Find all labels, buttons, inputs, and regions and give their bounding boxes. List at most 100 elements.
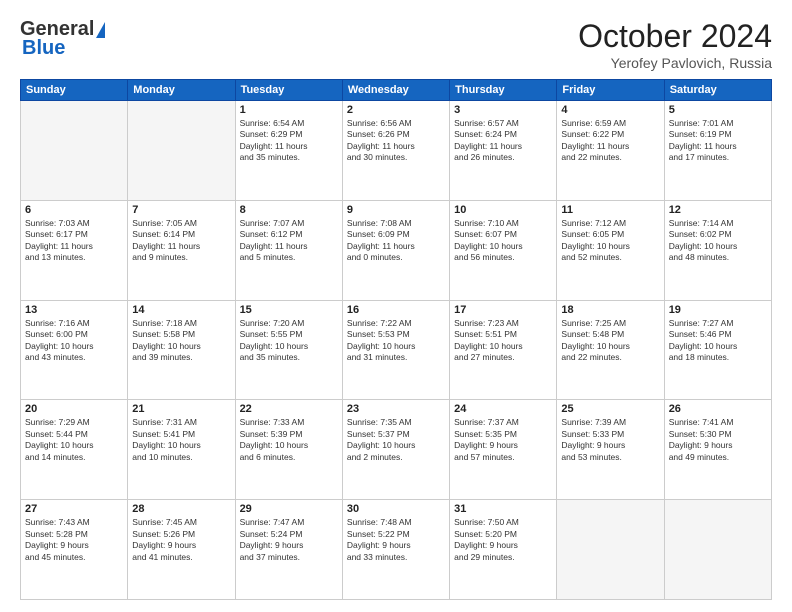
day-info: Sunrise: 7:08 AM Sunset: 6:09 PM Dayligh… <box>347 218 445 264</box>
calendar-day-cell: 25Sunrise: 7:39 AM Sunset: 5:33 PM Dayli… <box>557 400 664 500</box>
calendar-day-header: Tuesday <box>235 80 342 101</box>
calendar-day-cell: 21Sunrise: 7:31 AM Sunset: 5:41 PM Dayli… <box>128 400 235 500</box>
day-number: 10 <box>454 204 552 216</box>
calendar-day-cell: 26Sunrise: 7:41 AM Sunset: 5:30 PM Dayli… <box>664 400 771 500</box>
day-number: 7 <box>132 204 230 216</box>
logo-triangle-icon <box>96 22 105 38</box>
day-info: Sunrise: 7:25 AM Sunset: 5:48 PM Dayligh… <box>561 318 659 364</box>
calendar-day-cell: 9 Sunrise: 7:08 AM Sunset: 6:09 PM Daylig… <box>342 200 449 300</box>
day-info: Sunrise: 7:10 AM Sunset: 6:07 PM Dayligh… <box>454 218 552 264</box>
calendar-day-header: Wednesday <box>342 80 449 101</box>
day-info: Sunrise: 7:37 AM Sunset: 5:35 PM Dayligh… <box>454 417 552 463</box>
day-number: 16 <box>347 304 445 316</box>
day-info: Sunrise: 7:48 AM Sunset: 5:22 PM Dayligh… <box>347 517 445 563</box>
title-block: October 2024 Yerofey Pavlovich, Russia <box>578 18 772 71</box>
calendar-day-cell: 6 Sunrise: 7:03 AM Sunset: 6:17 PM Daylig… <box>21 200 128 300</box>
day-info: Sunrise: 6:57 AM Sunset: 6:24 PM Dayligh… <box>454 118 552 164</box>
calendar-header-row: SundayMondayTuesdayWednesdayThursdayFrid… <box>21 80 772 101</box>
calendar-day-cell: 30 Sunrise: 7:48 AM Sunset: 5:22 PM Dayli… <box>342 500 449 600</box>
day-info: Sunrise: 7:20 AM Sunset: 5:55 PM Dayligh… <box>240 318 338 364</box>
calendar-day-cell: 16 Sunrise: 7:22 AM Sunset: 5:53 PM Dayli… <box>342 300 449 400</box>
day-number: 11 <box>561 204 659 216</box>
page: General Blue October 2024 Yerofey Pavlov… <box>0 0 792 612</box>
day-info: Sunrise: 7:47 AM Sunset: 5:24 PM Dayligh… <box>240 517 338 563</box>
day-info: Sunrise: 7:18 AM Sunset: 5:58 PM Dayligh… <box>132 318 230 364</box>
calendar-day-cell: 28Sunrise: 7:45 AM Sunset: 5:26 PM Dayli… <box>128 500 235 600</box>
day-number: 8 <box>240 204 338 216</box>
calendar-day-cell <box>557 500 664 600</box>
day-number: 22 <box>240 403 338 415</box>
day-info: Sunrise: 7:16 AM Sunset: 6:00 PM Dayligh… <box>25 318 123 364</box>
calendar-table: SundayMondayTuesdayWednesdayThursdayFrid… <box>20 79 772 600</box>
location: Yerofey Pavlovich, Russia <box>578 55 772 71</box>
calendar-day-cell: 17 Sunrise: 7:23 AM Sunset: 5:51 PM Dayli… <box>450 300 557 400</box>
calendar-day-cell: 22 Sunrise: 7:33 AM Sunset: 5:39 PM Dayli… <box>235 400 342 500</box>
day-info: Sunrise: 7:27 AM Sunset: 5:46 PM Dayligh… <box>669 318 767 364</box>
day-number: 27 <box>25 503 123 515</box>
calendar-day-cell: 24 Sunrise: 7:37 AM Sunset: 5:35 PM Dayli… <box>450 400 557 500</box>
day-number: 9 <box>347 204 445 216</box>
day-info: Sunrise: 7:23 AM Sunset: 5:51 PM Dayligh… <box>454 318 552 364</box>
day-number: 18 <box>561 304 659 316</box>
calendar-day-cell: 2Sunrise: 6:56 AM Sunset: 6:26 PM Daylig… <box>342 101 449 201</box>
day-info: Sunrise: 7:12 AM Sunset: 6:05 PM Dayligh… <box>561 218 659 264</box>
day-info: Sunrise: 7:33 AM Sunset: 5:39 PM Dayligh… <box>240 417 338 463</box>
day-number: 19 <box>669 304 767 316</box>
day-info: Sunrise: 7:43 AM Sunset: 5:28 PM Dayligh… <box>25 517 123 563</box>
day-number: 21 <box>132 403 230 415</box>
calendar-day-cell <box>128 101 235 201</box>
day-number: 13 <box>25 304 123 316</box>
day-number: 17 <box>454 304 552 316</box>
day-number: 30 <box>347 503 445 515</box>
calendar-day-cell: 18 Sunrise: 7:25 AM Sunset: 5:48 PM Dayli… <box>557 300 664 400</box>
calendar-week-row: 13 Sunrise: 7:16 AM Sunset: 6:00 PM Dayli… <box>21 300 772 400</box>
calendar-day-cell: 12Sunrise: 7:14 AM Sunset: 6:02 PM Dayli… <box>664 200 771 300</box>
calendar-day-cell: 19 Sunrise: 7:27 AM Sunset: 5:46 PM Dayli… <box>664 300 771 400</box>
month-title: October 2024 <box>578 18 772 55</box>
day-info: Sunrise: 6:54 AM Sunset: 6:29 PM Dayligh… <box>240 118 338 164</box>
calendar-day-cell: 31Sunrise: 7:50 AM Sunset: 5:20 PM Dayli… <box>450 500 557 600</box>
day-number: 24 <box>454 403 552 415</box>
calendar-day-header: Thursday <box>450 80 557 101</box>
day-info: Sunrise: 7:01 AM Sunset: 6:19 PM Dayligh… <box>669 118 767 164</box>
calendar-day-cell: 27 Sunrise: 7:43 AM Sunset: 5:28 PM Dayli… <box>21 500 128 600</box>
calendar-day-header: Friday <box>557 80 664 101</box>
day-info: Sunrise: 6:59 AM Sunset: 6:22 PM Dayligh… <box>561 118 659 164</box>
day-number: 6 <box>25 204 123 216</box>
logo-blue: Blue <box>22 37 65 60</box>
day-number: 15 <box>240 304 338 316</box>
calendar-day-cell: 8 Sunrise: 7:07 AM Sunset: 6:12 PM Daylig… <box>235 200 342 300</box>
calendar-day-cell: 29 Sunrise: 7:47 AM Sunset: 5:24 PM Dayli… <box>235 500 342 600</box>
calendar-day-cell: 15 Sunrise: 7:20 AM Sunset: 5:55 PM Dayli… <box>235 300 342 400</box>
calendar-day-cell: 3Sunrise: 6:57 AM Sunset: 6:24 PM Daylig… <box>450 101 557 201</box>
calendar-week-row: 1Sunrise: 6:54 AM Sunset: 6:29 PM Daylig… <box>21 101 772 201</box>
calendar-day-cell: 5 Sunrise: 7:01 AM Sunset: 6:19 PM Daylig… <box>664 101 771 201</box>
calendar-day-cell: 7Sunrise: 7:05 AM Sunset: 6:14 PM Daylig… <box>128 200 235 300</box>
day-number: 4 <box>561 104 659 116</box>
calendar-day-cell: 11 Sunrise: 7:12 AM Sunset: 6:05 PM Dayli… <box>557 200 664 300</box>
calendar-day-cell: 4 Sunrise: 6:59 AM Sunset: 6:22 PM Daylig… <box>557 101 664 201</box>
day-info: Sunrise: 7:03 AM Sunset: 6:17 PM Dayligh… <box>25 218 123 264</box>
day-info: Sunrise: 7:41 AM Sunset: 5:30 PM Dayligh… <box>669 417 767 463</box>
calendar-day-cell: 13 Sunrise: 7:16 AM Sunset: 6:00 PM Dayli… <box>21 300 128 400</box>
day-number: 23 <box>347 403 445 415</box>
day-info: Sunrise: 7:29 AM Sunset: 5:44 PM Dayligh… <box>25 417 123 463</box>
calendar-day-cell <box>21 101 128 201</box>
day-number: 12 <box>669 204 767 216</box>
calendar-day-header: Monday <box>128 80 235 101</box>
calendar-day-cell: 23Sunrise: 7:35 AM Sunset: 5:37 PM Dayli… <box>342 400 449 500</box>
day-number: 28 <box>132 503 230 515</box>
calendar-day-cell <box>664 500 771 600</box>
header: General Blue October 2024 Yerofey Pavlov… <box>20 18 772 71</box>
day-info: Sunrise: 7:50 AM Sunset: 5:20 PM Dayligh… <box>454 517 552 563</box>
day-info: Sunrise: 7:22 AM Sunset: 5:53 PM Dayligh… <box>347 318 445 364</box>
day-info: Sunrise: 7:07 AM Sunset: 6:12 PM Dayligh… <box>240 218 338 264</box>
day-number: 29 <box>240 503 338 515</box>
day-number: 5 <box>669 104 767 116</box>
calendar-day-header: Saturday <box>664 80 771 101</box>
calendar-week-row: 6 Sunrise: 7:03 AM Sunset: 6:17 PM Daylig… <box>21 200 772 300</box>
calendar-week-row: 27 Sunrise: 7:43 AM Sunset: 5:28 PM Dayli… <box>21 500 772 600</box>
day-info: Sunrise: 7:39 AM Sunset: 5:33 PM Dayligh… <box>561 417 659 463</box>
day-number: 2 <box>347 104 445 116</box>
day-number: 14 <box>132 304 230 316</box>
